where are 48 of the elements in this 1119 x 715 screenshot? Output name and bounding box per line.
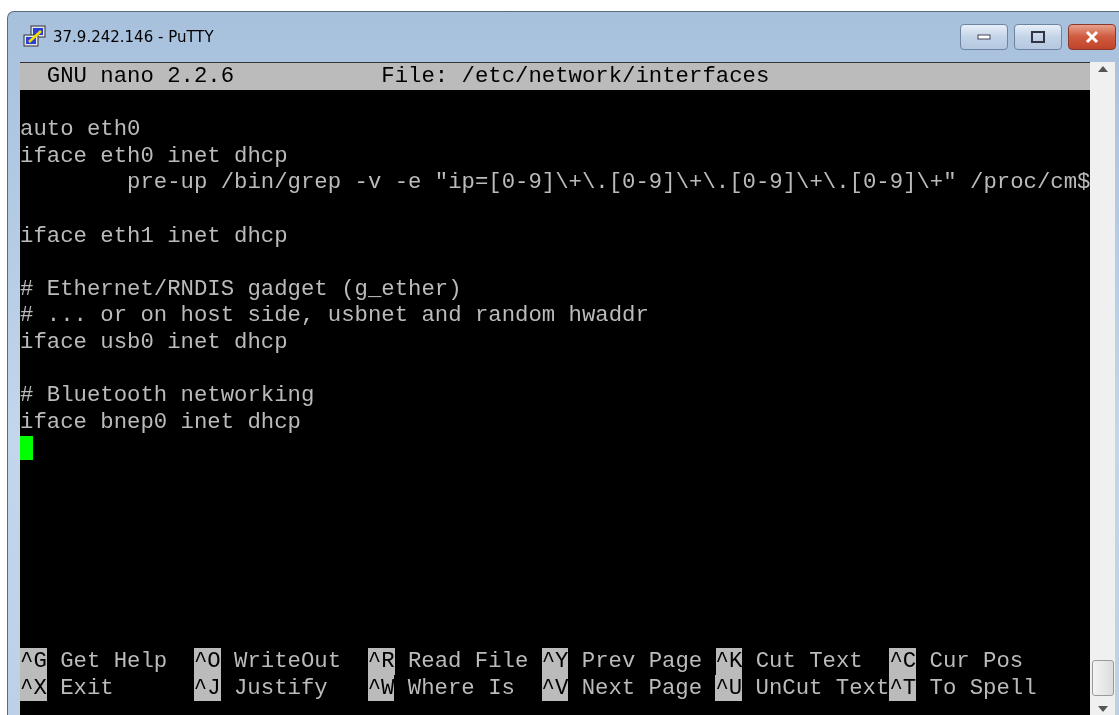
shortcut-label: Cur Pos (929, 648, 1024, 675)
text-cursor (20, 436, 34, 461)
shortcut-label: Justify (234, 674, 328, 702)
scroll-thumb[interactable] (1091, 660, 1114, 696)
code-line: # Ethernet/RNDIS gadget (g_ether) (20, 275, 462, 303)
shortcut-key: ^U (715, 674, 743, 702)
file-name: File: /etc/network/interfaces (381, 63, 770, 90)
shortcut-key: ^W (367, 674, 395, 702)
program-version: GNU nano 2.2.6 (46, 63, 236, 90)
close-button[interactable] (1068, 24, 1116, 50)
code-line: # Bluetooth networking (20, 382, 315, 409)
shortcut-label: To Spell (929, 674, 1037, 702)
shortcut-label: Exit (60, 674, 114, 702)
shortcut-key: ^T (889, 674, 917, 702)
shortcut-label: WriteOut (234, 648, 342, 675)
shortcut-key: ^X (20, 674, 47, 702)
scroll-down-icon[interactable] (1097, 706, 1108, 712)
shortcut-key: ^C (889, 648, 917, 675)
shortcut-key: ^K (715, 648, 743, 675)
maximize-icon (1031, 31, 1045, 43)
minimize-button[interactable] (960, 24, 1008, 50)
shortcut-label: Where Is (407, 674, 515, 702)
shortcut-label: Prev Page (581, 648, 703, 675)
shortcut-key: ^G (20, 648, 47, 675)
scrollbar[interactable] (1090, 62, 1115, 715)
code-line: # ... or on host side, usbnet and random hwaddr (20, 302, 649, 329)
shortcut-key: ^O (193, 648, 221, 675)
shortcut-key: ^V (541, 674, 569, 702)
code-line: iface eth1 inet dhcp (20, 222, 288, 250)
computers-icon (22, 24, 48, 50)
code-line: auto eth0 (20, 116, 141, 143)
shortcut-label: UnCut Text (755, 674, 890, 702)
shortcut-key: ^Y (541, 648, 569, 675)
code-line: iface usb0 inet dhcp (20, 328, 288, 356)
shortcut-label: Read File (407, 648, 529, 675)
code-line: iface eth0 inet dhcp (20, 142, 288, 170)
code-line: pre-up /bin/grep -v -e "ip=[0-9]\+\.[0-9]\+\.[0-9]\+\.[0-9]\+" /proc/cm$ (126, 169, 1091, 196)
shortcut-label: Cut Text (755, 648, 863, 675)
close-icon (1084, 30, 1100, 44)
minimize-icon (977, 34, 991, 40)
shortcut-key: ^J (193, 674, 221, 702)
maximize-button[interactable] (1014, 24, 1062, 50)
code-line: iface bnep0 inet dhcp (20, 408, 301, 436)
shortcut-key: ^R (367, 648, 395, 675)
shortcut-label: Get Help (60, 648, 168, 675)
window-title: 37.9.242.146 - PuTTY (53, 28, 215, 46)
scroll-up-icon[interactable] (1097, 66, 1108, 72)
shortcut-label: Next Page (581, 674, 703, 702)
